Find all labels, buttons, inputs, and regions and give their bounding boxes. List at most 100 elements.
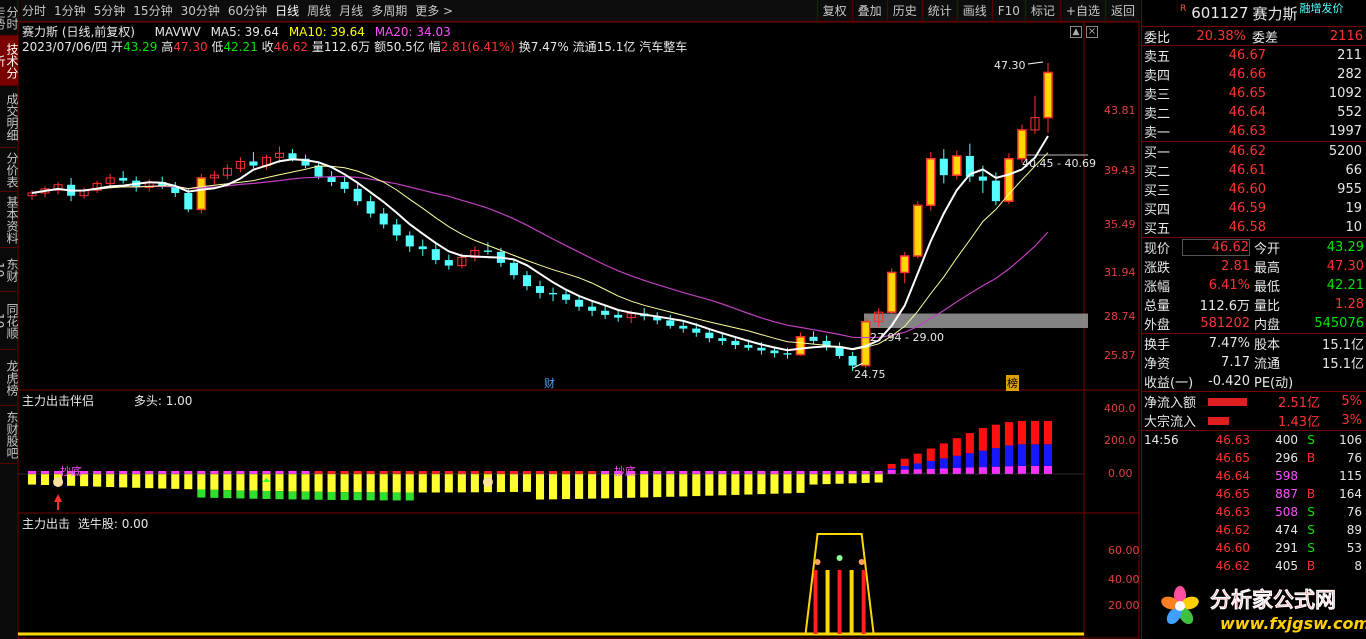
left-tab-5[interactable]: 东财10 bbox=[0, 248, 19, 292]
period-tab-1[interactable]: 1分钟 bbox=[50, 0, 90, 22]
hist-cap-bar bbox=[106, 471, 115, 474]
hist-bear-bar bbox=[666, 474, 675, 497]
hist-bull-red bbox=[1043, 420, 1053, 445]
hist-bear-bar bbox=[27, 474, 37, 485]
hist-cap-bar bbox=[327, 471, 336, 474]
tick-row: 46.64 598 115 bbox=[1142, 467, 1366, 485]
candle-body-down bbox=[705, 332, 714, 339]
panel3-signal-bar bbox=[861, 570, 866, 634]
left-tab-1[interactable]: 技术分析 bbox=[0, 36, 19, 86]
date: 2023/07/06/四 bbox=[22, 40, 108, 54]
candle-body-down bbox=[509, 262, 518, 276]
toolbar-button-8[interactable]: 返回 bbox=[1104, 0, 1140, 22]
hist-cap-bar bbox=[457, 471, 466, 474]
hist-bull-red bbox=[913, 453, 922, 464]
hist-bull-magenta bbox=[900, 469, 909, 474]
sell-book-row[interactable]: 卖五 46.67 211 bbox=[1142, 46, 1366, 65]
hist-bull-red bbox=[1017, 420, 1026, 445]
buy-book-row[interactable]: 买三 46.60 955 bbox=[1142, 180, 1366, 199]
candle-body-down bbox=[601, 310, 610, 315]
quote-subtitle: 融增发价 bbox=[1299, 2, 1344, 15]
hist-cap-bar bbox=[288, 471, 297, 474]
period-tab-10[interactable]: 更多 > bbox=[411, 0, 457, 22]
left-tab-0[interactable]: 分时走势 bbox=[0, 0, 19, 36]
sell-book-row[interactable]: 卖四 46.66 282 bbox=[1142, 65, 1366, 84]
candle-body-up-large bbox=[886, 271, 897, 313]
hist-bull-blue bbox=[1004, 445, 1013, 467]
low-label: 低 bbox=[211, 40, 224, 54]
finance-tag[interactable]: 财 bbox=[544, 375, 555, 391]
stat-label: 流通 bbox=[1254, 357, 1281, 372]
toolbar-actions: 复权 叠加 历史 统计 画线 F10 标记 +自选 返回 bbox=[816, 0, 1140, 22]
hist-cap-bar bbox=[796, 471, 805, 474]
toolbar-button-7[interactable]: +自选 bbox=[1059, 0, 1105, 22]
left-tab-3[interactable]: 分价表 bbox=[0, 148, 19, 192]
left-tab-8[interactable]: 东财股吧 bbox=[0, 406, 19, 464]
hist-bear-bar bbox=[874, 474, 883, 483]
amt-label: 额 bbox=[374, 40, 387, 54]
candle-body-down bbox=[327, 176, 336, 183]
period-tab-8[interactable]: 月线 bbox=[335, 0, 367, 22]
chart-area: 赛力斯 (日线,前复权) MAVWV MA5: 39.64 MA10: 39.6… bbox=[18, 22, 1140, 639]
period-tab-9[interactable]: 多周期 bbox=[367, 0, 411, 22]
tick-count: 115 bbox=[1339, 469, 1362, 483]
tick-row: 46.63 508 S 76 bbox=[1142, 503, 1366, 521]
toolbar-button-6[interactable]: 标记 bbox=[1024, 0, 1060, 22]
period-tab-5[interactable]: 60分钟 bbox=[224, 0, 271, 22]
hist-green-bar bbox=[249, 490, 258, 499]
hist-cap-bar bbox=[744, 471, 753, 474]
period-tab-3[interactable]: 15分钟 bbox=[129, 0, 176, 22]
period-tab-7[interactable]: 周线 bbox=[303, 0, 335, 22]
toolbar-button-3[interactable]: 统计 bbox=[921, 0, 957, 22]
hist-cap-bar bbox=[470, 471, 479, 474]
close-value: 46.62 bbox=[273, 40, 309, 54]
hist-bear-bar bbox=[340, 474, 349, 493]
tick-count: 106 bbox=[1339, 433, 1362, 447]
watermark-title: 分析家公式网 bbox=[1210, 588, 1337, 613]
buy-book-row[interactable]: 买五 46.58 10 bbox=[1142, 218, 1366, 237]
chart-close-icon[interactable]: × bbox=[1086, 26, 1098, 38]
tick-row: 14:56 46.63 400 S 106 bbox=[1142, 431, 1366, 449]
period-tab-4[interactable]: 30分钟 bbox=[177, 0, 224, 22]
period-tab-6[interactable]: 日线 bbox=[271, 0, 303, 22]
float-shares: 流通15.1亿 bbox=[572, 40, 636, 54]
tick-count: 76 bbox=[1346, 451, 1362, 465]
tick-volume: 508 bbox=[1275, 505, 1298, 519]
toolbar-button-2[interactable]: 历史 bbox=[886, 0, 922, 22]
chart-scroll-up-icon[interactable]: ▲ bbox=[1070, 26, 1082, 38]
longhu-tag[interactable]: 榜 bbox=[1006, 375, 1019, 391]
toolbar-button-5[interactable]: F10 bbox=[991, 0, 1025, 22]
toolbar-button-4[interactable]: 画线 bbox=[956, 0, 992, 22]
period-tab-0[interactable]: 分时 bbox=[18, 0, 50, 22]
buy-book-row[interactable]: 买二 46.61 66 bbox=[1142, 161, 1366, 180]
buy-book-row[interactable]: 买一 46.62 5200 bbox=[1142, 142, 1366, 161]
hist-bear-bar bbox=[548, 474, 558, 500]
toolbar-button-0[interactable]: 复权 bbox=[816, 0, 852, 22]
hist-bull-blue bbox=[991, 448, 1000, 467]
stat-row: 现价 46.62 今开 43.29 bbox=[1142, 238, 1366, 257]
left-tab-7[interactable]: 龙虎榜 bbox=[0, 350, 19, 406]
period-tab-2[interactable]: 5分钟 bbox=[90, 0, 130, 22]
sell-book-row[interactable]: 卖三 46.65 1092 bbox=[1142, 84, 1366, 103]
stat-label: 最低 bbox=[1254, 280, 1281, 295]
toolbar-button-1[interactable]: 叠加 bbox=[851, 0, 887, 22]
vol-label: 量 bbox=[311, 40, 324, 54]
hist-cap-bar bbox=[783, 471, 792, 474]
hist-bear-bar bbox=[327, 474, 336, 492]
left-tab-6[interactable]: 同花顺10 bbox=[0, 292, 19, 350]
price-axis-label: 35.49 bbox=[1104, 217, 1136, 231]
hist-bear-bar bbox=[418, 474, 427, 493]
left-tab-4[interactable]: 基本资料 bbox=[0, 192, 19, 248]
left-tab-2[interactable]: 成交明细 bbox=[0, 86, 19, 148]
hist-cap-bar bbox=[588, 471, 597, 474]
sell-book-row[interactable]: 卖二 46.64 552 bbox=[1142, 103, 1366, 122]
price-axis-label: 25.87 bbox=[1104, 349, 1136, 363]
sell-book-row[interactable]: 卖一 46.63 1997 bbox=[1142, 122, 1366, 141]
candle-body-down bbox=[548, 292, 558, 295]
flow-block: 净流入额 2.51亿 5% 大宗流入 1.43亿 3% bbox=[1142, 391, 1366, 430]
buy-book-row[interactable]: 买四 46.59 19 bbox=[1142, 199, 1366, 218]
stat-value: 15.1亿 bbox=[1322, 338, 1364, 353]
candle-body-down bbox=[184, 192, 193, 210]
level-label: 买三 bbox=[1144, 184, 1171, 199]
tick-price: 46.62 bbox=[1215, 523, 1250, 537]
